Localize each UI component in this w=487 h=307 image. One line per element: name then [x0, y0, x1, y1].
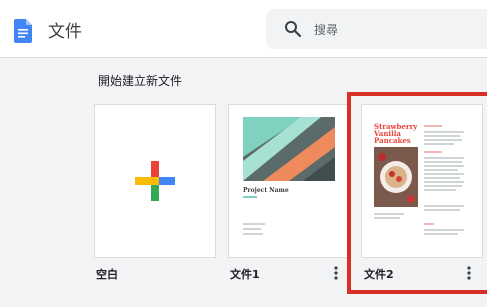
template-card-doc1[interactable]: Project Name: [228, 104, 350, 258]
section-title: 開始建立新文件: [98, 74, 183, 88]
more-vert-icon[interactable]: [333, 266, 339, 280]
search-placeholder: 搜尋: [314, 23, 339, 37]
preview-line: [243, 223, 265, 225]
card-label-doc1: 文件1: [230, 268, 260, 281]
card-label-blank: 空白: [96, 268, 118, 281]
selection-highlight: [347, 92, 487, 294]
preview-line: [243, 233, 263, 235]
template-card-blank[interactable]: [94, 104, 216, 258]
docs-logo-icon[interactable]: [14, 19, 32, 43]
app-title[interactable]: 文件: [48, 17, 82, 42]
preview-title: Project Name: [243, 187, 289, 194]
preview-line: [243, 196, 257, 198]
search-input[interactable]: 搜尋: [266, 9, 487, 49]
preview-image: [243, 117, 335, 181]
preview-line: [243, 228, 261, 230]
plus-icon: [135, 161, 175, 201]
app-header: 文件 搜尋: [0, 0, 487, 58]
search-icon[interactable]: [284, 20, 302, 38]
